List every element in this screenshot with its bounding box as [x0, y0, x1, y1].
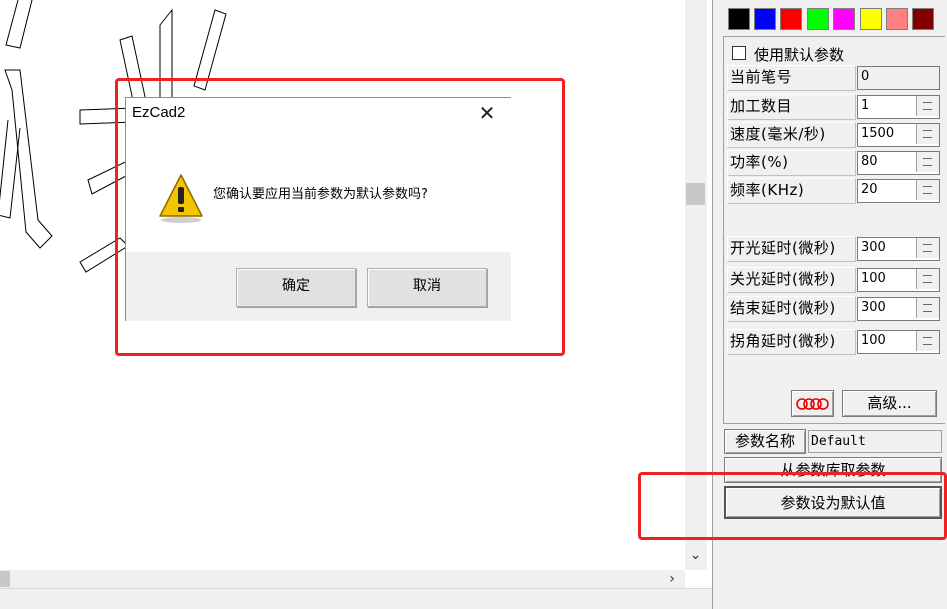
- end-delay-input[interactable]: 300: [857, 297, 940, 321]
- laser-off-delay-input[interactable]: 100: [857, 268, 940, 292]
- scroll-right-icon[interactable]: ›: [662, 570, 682, 588]
- wobble-icon: [796, 398, 829, 410]
- power-value: 80: [861, 154, 878, 169]
- process-count-value: 1: [861, 98, 870, 113]
- process-count-input[interactable]: 1: [857, 95, 940, 119]
- spin-arrows-icon[interactable]: [916, 269, 939, 289]
- corner-delay-input[interactable]: 100: [857, 330, 940, 354]
- wobble-button[interactable]: [791, 390, 834, 417]
- power-input[interactable]: 80: [857, 151, 940, 175]
- pen-color-swatch[interactable]: [912, 8, 934, 30]
- speed-value: 1500: [861, 126, 895, 141]
- spin-arrows-icon[interactable]: [916, 124, 939, 144]
- default-params-label: 使用默认参数: [754, 46, 845, 64]
- highlight-box-set-default: [638, 472, 947, 540]
- spin-arrows-icon[interactable]: [916, 152, 939, 172]
- spin-arrows-icon[interactable]: [916, 298, 939, 318]
- corner-delay-value: 100: [861, 333, 886, 348]
- field-label-corner-delay: 拐角延时(微秒): [727, 329, 856, 355]
- pen-color-swatch[interactable]: [860, 8, 882, 30]
- frequency-value: 20: [861, 182, 878, 197]
- frequency-input[interactable]: 20: [857, 179, 940, 203]
- spin-arrows-icon[interactable]: [916, 180, 939, 200]
- default-params-checkbox[interactable]: [732, 46, 746, 60]
- spin-arrows-icon[interactable]: [916, 331, 939, 351]
- pen-color-swatch[interactable]: [780, 8, 802, 30]
- field-label-frequency: 频率(KHz): [727, 178, 856, 204]
- laser-off-delay-value: 100: [861, 271, 886, 286]
- highlight-box-dialog: [115, 78, 565, 356]
- horizontal-scroll-thumb[interactable]: [0, 571, 10, 587]
- scroll-down-icon[interactable]: ⌄: [686, 545, 705, 565]
- field-label-process-count: 加工数目: [727, 94, 856, 120]
- color-pen-row: [725, 6, 943, 32]
- pen-color-swatch[interactable]: [807, 8, 829, 30]
- laser-on-delay-input[interactable]: 300: [857, 237, 940, 261]
- param-name-label: 参数名称: [724, 429, 806, 454]
- vertical-scroll-thumb[interactable]: [686, 183, 705, 205]
- field-label-end-delay: 结束延时(微秒): [727, 296, 856, 322]
- horizontal-scrollbar[interactable]: [0, 570, 685, 588]
- field-label-speed: 速度(毫米/秒): [727, 122, 856, 148]
- end-delay-value: 300: [861, 300, 886, 315]
- pen-color-swatch[interactable]: [728, 8, 750, 30]
- field-label-current-pen: 当前笔号: [727, 65, 856, 91]
- advanced-button[interactable]: 高级...: [842, 390, 937, 417]
- pen-color-swatch[interactable]: [886, 8, 908, 30]
- field-label-power: 功率(%): [727, 150, 856, 176]
- field-label-laser-on-delay: 开光延时(微秒): [727, 236, 856, 262]
- current-pen-field: 0: [857, 66, 940, 90]
- param-name-field[interactable]: Default: [808, 430, 942, 453]
- laser-on-delay-value: 300: [861, 240, 886, 255]
- field-label-laser-off-delay: 关光延时(微秒): [727, 267, 856, 293]
- speed-input[interactable]: 1500: [857, 123, 940, 147]
- pen-color-swatch[interactable]: [754, 8, 776, 30]
- status-bar: [0, 588, 712, 609]
- pen-color-swatch[interactable]: [833, 8, 855, 30]
- spin-arrows-icon[interactable]: [916, 96, 939, 116]
- spin-arrows-icon[interactable]: [916, 238, 939, 258]
